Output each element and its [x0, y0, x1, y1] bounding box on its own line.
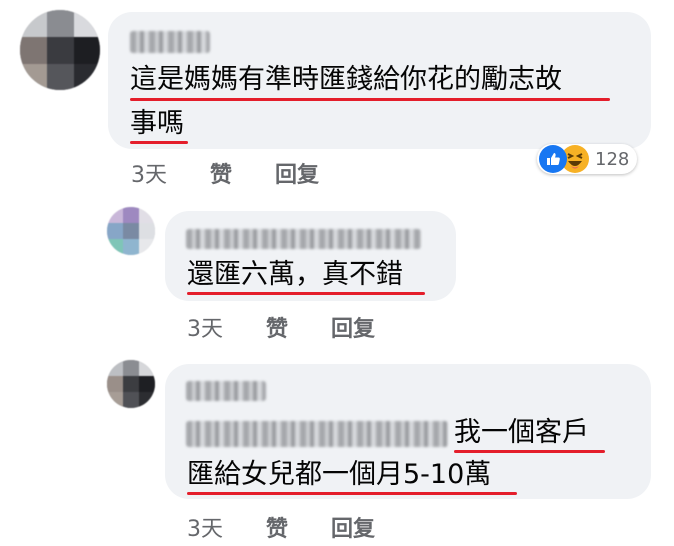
avatar[interactable] — [20, 10, 100, 90]
timestamp[interactable]: 3天 — [131, 157, 167, 189]
like-button[interactable]: 赞 — [210, 157, 232, 189]
blurred-mention[interactable] — [186, 421, 448, 447]
reply-button[interactable]: 回复 — [275, 157, 319, 189]
highlight-underline — [187, 292, 425, 295]
commenter-name[interactable] — [186, 229, 421, 249]
reply-button[interactable]: 回复 — [331, 511, 375, 543]
comment-text-line: 事嗎 — [130, 108, 184, 139]
like-button[interactable]: 赞 — [266, 311, 288, 343]
highlight-underline — [187, 492, 517, 495]
highlight-underline — [130, 98, 610, 101]
comment-text-line: 這是媽媽有準時匯錢給你花的勵志故 — [130, 64, 562, 95]
reaction-count: 128 — [595, 148, 630, 170]
like-icon — [539, 145, 567, 173]
commenter-name[interactable] — [186, 381, 266, 401]
avatar[interactable] — [107, 207, 155, 255]
avatar[interactable] — [107, 360, 155, 408]
highlight-underline — [454, 450, 605, 453]
comment-text-line: 還匯六萬，真不錯 — [187, 259, 403, 290]
reply-button[interactable]: 回复 — [331, 311, 375, 343]
comment-text-line: 匯給女兒都一個月5-10萬 — [187, 459, 492, 490]
highlight-underline — [130, 141, 188, 144]
commenter-name[interactable] — [130, 31, 210, 53]
like-button[interactable]: 赞 — [266, 511, 288, 543]
comment-text-line: 我一個客戶 — [454, 417, 589, 448]
timestamp[interactable]: 3天 — [187, 511, 223, 543]
reactions-summary[interactable]: 128 — [537, 144, 638, 174]
timestamp[interactable]: 3天 — [187, 311, 223, 343]
